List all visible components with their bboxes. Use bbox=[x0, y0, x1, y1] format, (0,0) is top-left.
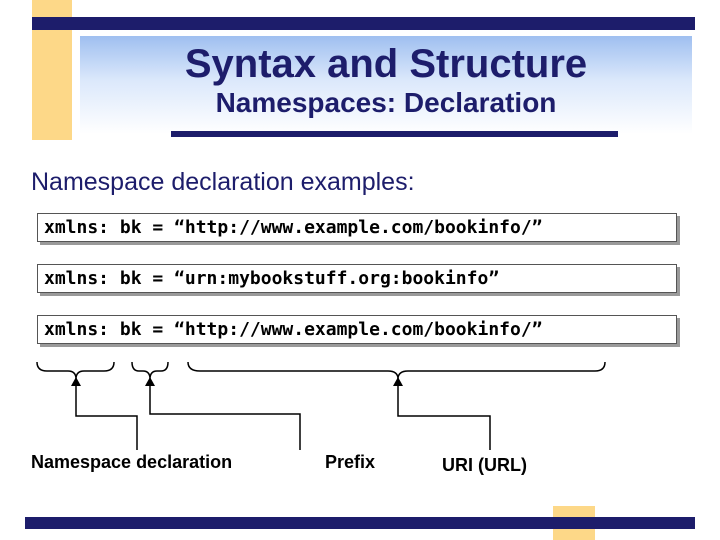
brace-namespace-declaration bbox=[36, 361, 115, 380]
arrowhead-namespace-declaration bbox=[71, 377, 81, 386]
label-prefix: Prefix bbox=[325, 452, 376, 472]
navy-rule-bottom bbox=[25, 517, 695, 529]
connector-prefix bbox=[149, 384, 301, 450]
label-namespace-declaration: Namespace declaration bbox=[31, 452, 233, 472]
connector-namespace-declaration bbox=[75, 384, 138, 450]
connector-uri bbox=[397, 384, 491, 450]
arrowhead-uri bbox=[393, 377, 403, 386]
arrowhead-prefix bbox=[145, 377, 155, 386]
label-uri: URI (URL) bbox=[442, 455, 527, 475]
brace-prefix bbox=[131, 361, 169, 380]
brace-uri bbox=[187, 361, 606, 380]
